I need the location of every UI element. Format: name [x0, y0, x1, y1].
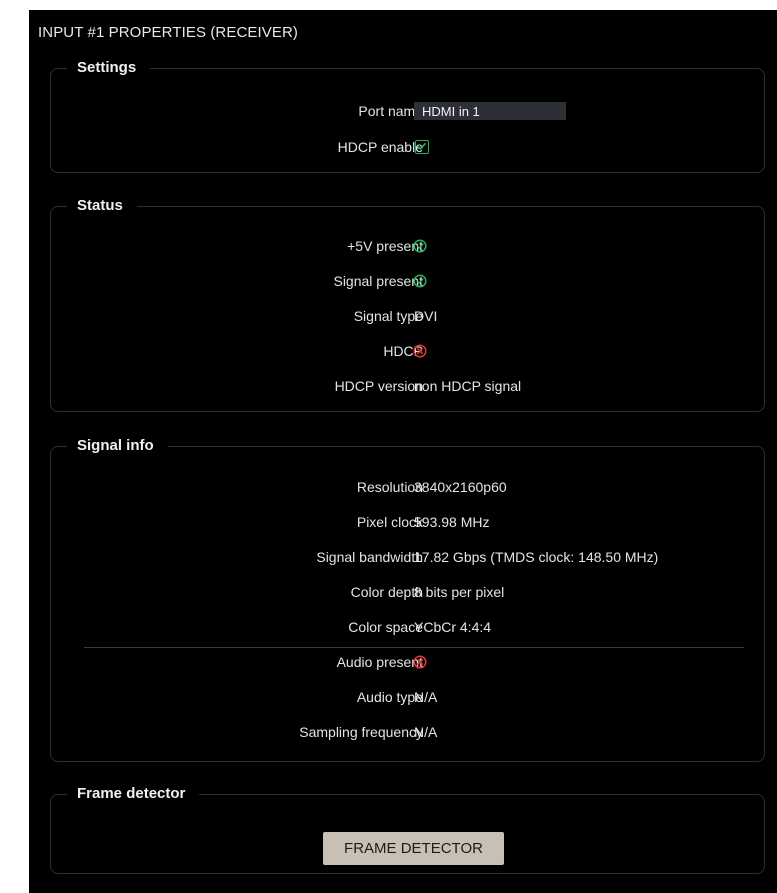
checkbox-checked-icon — [417, 143, 426, 150]
hdcp-version-label: HDCP version — [334, 378, 423, 394]
signal-type-row: Signal type DVI — [51, 306, 764, 326]
signal-info-group: Signal info Resolution 3840x2160p60 Pixe… — [50, 437, 765, 762]
check-circle-icon — [413, 239, 427, 253]
color-depth-row: Color depth 8 bits per pixel — [51, 582, 764, 602]
port-name-row: Port name — [51, 101, 764, 121]
color-depth-value: 8 bits per pixel — [414, 584, 505, 600]
x-circle-icon — [413, 655, 427, 669]
hdcp-enable-label: HDCP enable — [337, 139, 423, 155]
color-depth-label: Color depth — [350, 584, 423, 600]
hdcp-version-value: non HDCP signal — [414, 378, 522, 394]
panel-title: INPUT #1 PROPERTIES (RECEIVER) — [38, 24, 299, 41]
bandwidth-value: 17.82 Gbps (TMDS clock: 148.50 MHz) — [414, 549, 659, 565]
resolution-value: 3840x2160p60 — [414, 479, 507, 495]
hdcp-enable-checkbox[interactable] — [415, 140, 429, 154]
bandwidth-label: Signal bandwidth — [316, 549, 423, 565]
signal-present-row: Signal present — [51, 271, 764, 291]
check-circle-icon — [413, 274, 427, 288]
input-properties-panel: INPUT #1 PROPERTIES (RECEIVER) Settings … — [29, 10, 777, 893]
hdcp-enable-row: HDCP enable — [51, 137, 764, 157]
signal-info-legend: Signal info — [77, 437, 154, 454]
bandwidth-row: Signal bandwidth 17.82 Gbps (TMDS clock:… — [51, 547, 764, 567]
color-space-label: Color space — [348, 619, 423, 635]
signal-audio-divider — [84, 647, 744, 648]
audio-present-row: Audio present — [51, 652, 764, 672]
signal-type-value: DVI — [414, 308, 438, 324]
pixel-clock-row: Pixel clock 593.98 MHz — [51, 512, 764, 532]
audio-type-value: N/A — [414, 689, 438, 705]
color-space-value: YCbCr 4:4:4 — [414, 619, 492, 635]
port-name-input[interactable] — [414, 102, 566, 120]
sampling-frequency-row: Sampling frequency N/A — [51, 722, 764, 742]
sampling-frequency-label: Sampling frequency — [299, 724, 423, 740]
hdcp-version-row: HDCP version non HDCP signal — [51, 376, 764, 396]
settings-group: Settings Port name HDCP enable — [50, 59, 765, 173]
frame-detector-legend: Frame detector — [77, 785, 186, 802]
pixel-clock-value: 593.98 MHz — [414, 514, 490, 530]
signal-present-label: Signal present — [333, 273, 423, 289]
audio-type-row: Audio type N/A — [51, 687, 764, 707]
resolution-row: Resolution 3840x2160p60 — [51, 477, 764, 497]
frame-detector-group: Frame detector FRAME DETECTOR — [50, 785, 765, 874]
x-circle-icon — [413, 344, 427, 358]
plus5v-label: +5V present — [347, 238, 423, 254]
color-space-row: Color space YCbCr 4:4:4 — [51, 617, 764, 637]
status-legend: Status — [77, 197, 123, 214]
sampling-frequency-value: N/A — [414, 724, 438, 740]
settings-legend: Settings — [77, 59, 137, 76]
plus5v-row: +5V present — [51, 236, 764, 256]
hdcp-row: HDCP — [51, 341, 764, 361]
status-group: Status +5V present Signal present Signal… — [50, 197, 765, 412]
signal-type-label: Signal type — [353, 308, 423, 324]
audio-present-label: Audio present — [336, 654, 423, 670]
frame-detector-button[interactable]: FRAME DETECTOR — [323, 832, 504, 865]
